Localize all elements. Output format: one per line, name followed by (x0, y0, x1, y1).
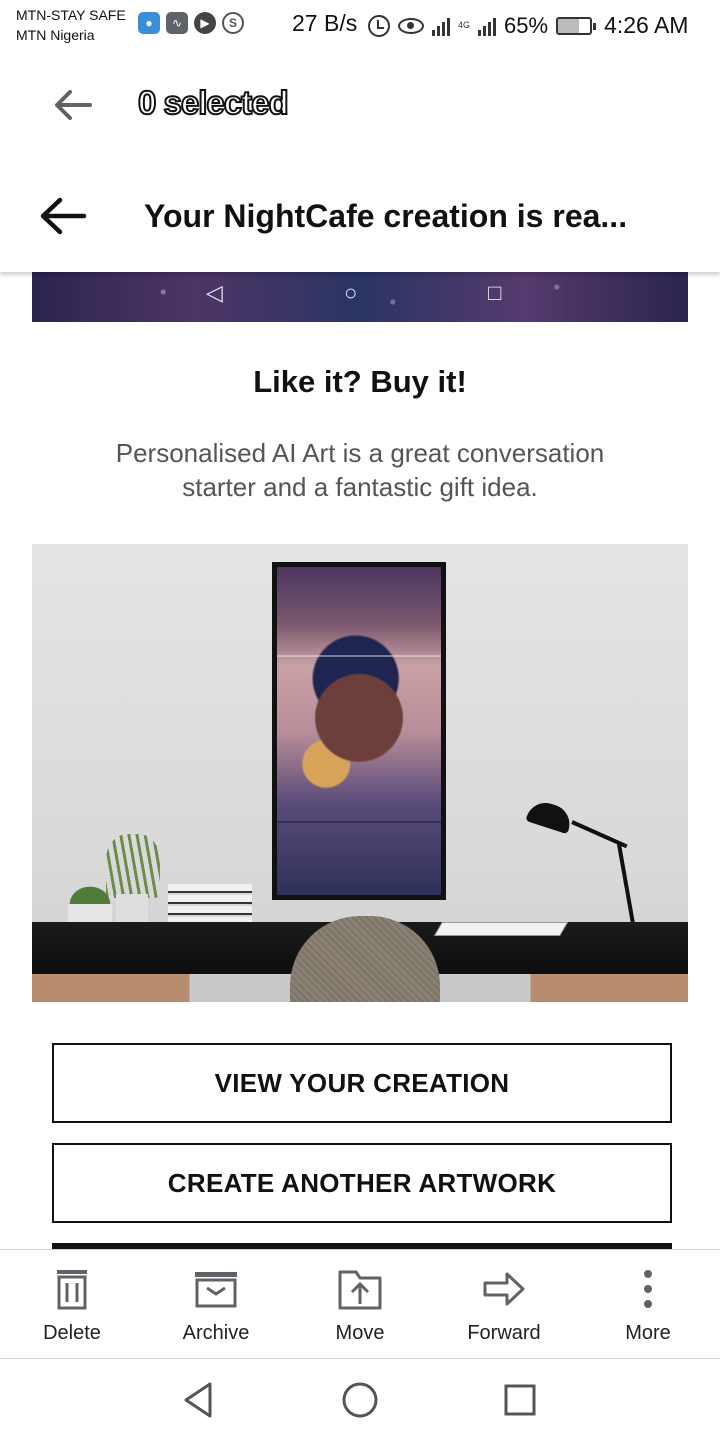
more-button[interactable]: More (576, 1250, 720, 1360)
play-icon: ▶ (194, 12, 216, 34)
alarm-icon (368, 14, 390, 37)
carrier-network: MTN Nigeria (16, 27, 95, 43)
battery-icon (556, 16, 597, 35)
framed-art-mockup-image[interactable] (32, 544, 688, 1002)
nav-recents-icon[interactable] (500, 1380, 540, 1420)
home-circle-icon: ○ (344, 280, 358, 305)
email-subject: Your NightCafe creation is rea... (144, 198, 628, 234)
back-triangle-icon: ◁ (206, 280, 223, 305)
selection-count: 0 selected (137, 83, 290, 122)
back-arrow-icon[interactable] (50, 82, 96, 128)
email-action-bar: Delete Archive Move Forward More (0, 1249, 720, 1359)
more-label: More (625, 1322, 671, 1344)
forward-button[interactable]: Forward (432, 1250, 576, 1360)
square-icon: □ (488, 280, 502, 305)
delete-label: Delete (43, 1322, 101, 1344)
carrier-info: MTN-STAY SAFE MTN Nigeria (16, 5, 126, 45)
forward-label: Forward (467, 1322, 541, 1344)
network-speed: 27 B/s (292, 10, 358, 36)
art-frame (272, 562, 446, 900)
delete-button[interactable]: Delete (0, 1250, 144, 1360)
forward-icon (483, 1272, 525, 1306)
s-icon: S (222, 12, 244, 34)
create-another-button[interactable]: CREATE ANOTHER ARTWORK (52, 1143, 672, 1223)
battery-level: 65% (504, 12, 549, 38)
clock: 4:26 AM (604, 12, 689, 38)
nav-home-icon[interactable] (340, 1380, 380, 1420)
signal-icon (432, 16, 450, 36)
promo-heading: Like it? Buy it! (253, 364, 467, 399)
more-vertical-icon (644, 1270, 652, 1308)
archive-label: Archive (182, 1322, 250, 1344)
move-label: Move (335, 1322, 385, 1344)
promo-description: Personalised AI Art is a great conversat… (115, 438, 605, 502)
archive-icon (195, 1272, 237, 1308)
carrier-name: MTN-STAY SAFE (16, 7, 126, 23)
shield-icon: ● (138, 12, 160, 34)
view-creation-button[interactable]: VIEW YOUR CREATION (52, 1043, 672, 1123)
artwork-image[interactable]: ◁ ○ □ (32, 272, 688, 322)
signal-icon (478, 16, 497, 36)
network-type: 4G (458, 20, 471, 30)
trash-icon (57, 1270, 87, 1310)
system-navigation-bar (0, 1360, 720, 1440)
desk-lamp (525, 797, 648, 932)
eye-icon (398, 17, 424, 34)
notification-icons: ● ∿ ▶ S (138, 12, 244, 34)
activity-icon: ∿ (166, 12, 188, 34)
status-bar: MTN-STAY SAFE MTN Nigeria ● ∿ ▶ S 27 B/s… (0, 0, 720, 50)
selection-bar: 0 selected (0, 50, 720, 158)
move-button[interactable]: Move (288, 1250, 432, 1360)
archive-button[interactable]: Archive (144, 1250, 288, 1360)
magazine (433, 922, 569, 936)
move-icon (338, 1270, 382, 1310)
back-arrow-icon[interactable] (38, 194, 88, 238)
nav-back-icon[interactable] (180, 1380, 220, 1420)
mail-header: Your NightCafe creation is rea... (0, 158, 720, 272)
